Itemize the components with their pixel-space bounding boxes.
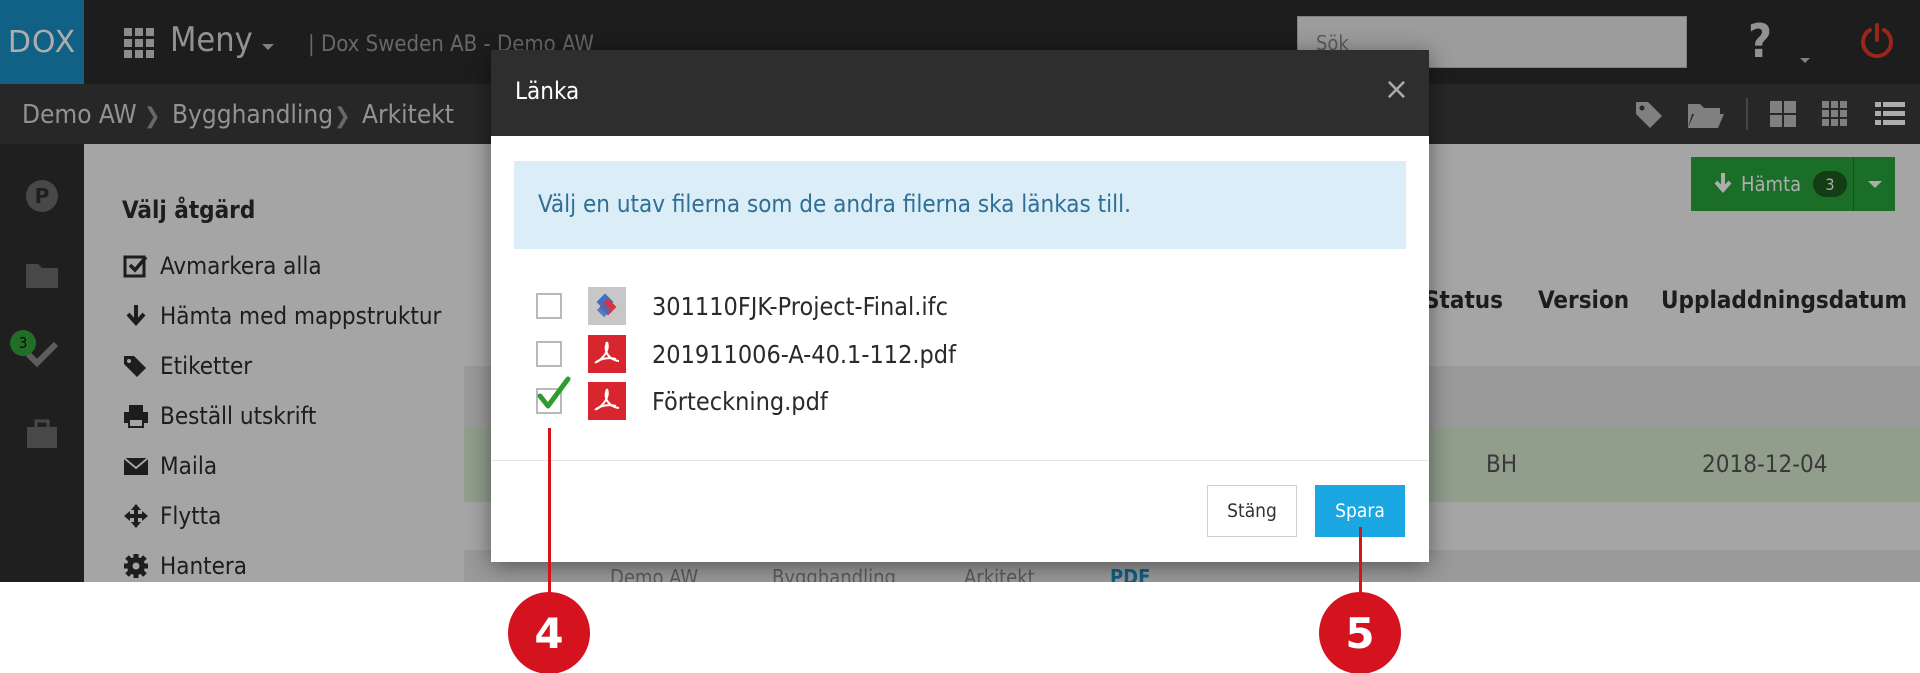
callout-marker: 5 (1319, 592, 1401, 673)
file-row[interactable]: 201911006-A-40.1-112.pdf (536, 334, 956, 374)
link-files-dialog: Länka × Välj en utav filerna som de andr… (491, 50, 1429, 562)
checkmark-icon (537, 376, 571, 409)
file-checkbox-checked[interactable] (536, 376, 571, 414)
file-name: 301110FJK-Project-Final.ifc (652, 291, 948, 321)
app-window: DOX Meny | Dox Sweden AB - Demo AW Sök ?… (0, 0, 1920, 582)
pdf-file-icon (588, 382, 626, 420)
file-checkbox[interactable] (536, 293, 562, 319)
callout-line (548, 428, 551, 598)
file-checkbox[interactable] (536, 341, 562, 367)
info-text: Välj en utav filerna som de andra filern… (538, 190, 1131, 218)
file-row-selected[interactable]: Förteckning.pdf (536, 376, 828, 421)
dialog-header: Länka × (491, 50, 1429, 136)
pdf-file-icon (588, 335, 626, 373)
close-button[interactable]: Stäng (1207, 485, 1297, 537)
close-icon[interactable]: × (1384, 72, 1409, 107)
dialog-title: Länka (515, 77, 580, 105)
file-name: Förteckning.pdf (652, 386, 828, 416)
file-name: 201911006-A-40.1-112.pdf (652, 339, 956, 369)
callout-line (1359, 527, 1362, 597)
callout-marker: 4 (508, 592, 590, 673)
info-message: Välj en utav filerna som de andra filern… (514, 161, 1406, 249)
ifc-file-icon (588, 287, 626, 325)
file-row[interactable]: 301110FJK-Project-Final.ifc (536, 286, 948, 326)
